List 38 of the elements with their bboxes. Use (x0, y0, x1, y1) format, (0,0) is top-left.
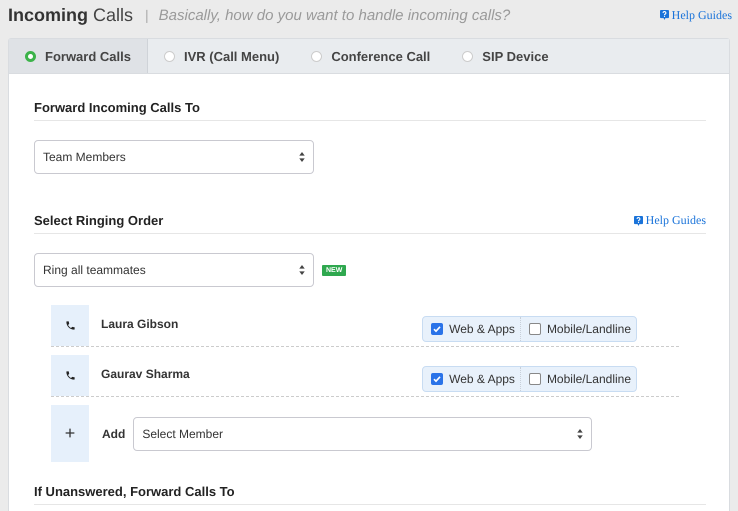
help-guides-link[interactable]: Help Guides (634, 213, 706, 228)
checkbox[interactable] (528, 322, 541, 334)
radio-button[interactable] (462, 50, 474, 62)
checkbox-option[interactable]: Mobile/Landline (520, 366, 636, 390)
tab[interactable]: Conference Call (295, 39, 446, 73)
select-dropdown[interactable]: Select Member (133, 416, 592, 450)
help-icon (660, 10, 669, 20)
radio-button[interactable] (164, 50, 175, 62)
checkbox[interactable] (528, 372, 541, 384)
tab[interactable]: SIP Device (446, 39, 565, 73)
checkbox[interactable] (431, 322, 444, 334)
section-heading: Forward Incoming Calls To (34, 100, 200, 115)
help-icon (634, 216, 643, 226)
checkbox-option[interactable]: Web & Apps (423, 316, 520, 340)
updown-arrows-icon (299, 265, 305, 275)
updown-arrows-icon (299, 152, 305, 162)
tab[interactable]: Forward Calls (9, 39, 148, 73)
section-heading: If Unanswered, Forward Calls To (34, 484, 235, 499)
tab[interactable]: IVR (Call Menu) (148, 39, 296, 73)
radio-button[interactable] (311, 50, 322, 62)
separator: | (145, 7, 149, 23)
phone-icon (64, 320, 76, 331)
checkbox-option[interactable]: Mobile/Landline (520, 316, 636, 340)
updown-arrows-icon (577, 428, 584, 438)
member-name: Gaurav Sharma (101, 366, 191, 381)
add-icon[interactable]: + (51, 405, 89, 462)
add-label: Add (102, 426, 126, 440)
page-title: Incoming Calls (8, 4, 134, 26)
select-dropdown[interactable]: Ring all teammates (34, 253, 314, 287)
help-guides-link[interactable]: Help Guides (660, 8, 732, 22)
select-dropdown[interactable]: Team Members (34, 140, 314, 174)
radio-button[interactable] (25, 50, 36, 62)
page-subtitle: Basically, how do you want to handle incoming calls? (158, 6, 510, 24)
section-heading: Select Ringing Order (34, 213, 164, 228)
member-name: Laura Gibson (101, 316, 180, 331)
checkbox[interactable] (431, 372, 444, 384)
checkbox-option[interactable]: Web & Apps (423, 366, 520, 390)
phone-icon (64, 370, 76, 381)
